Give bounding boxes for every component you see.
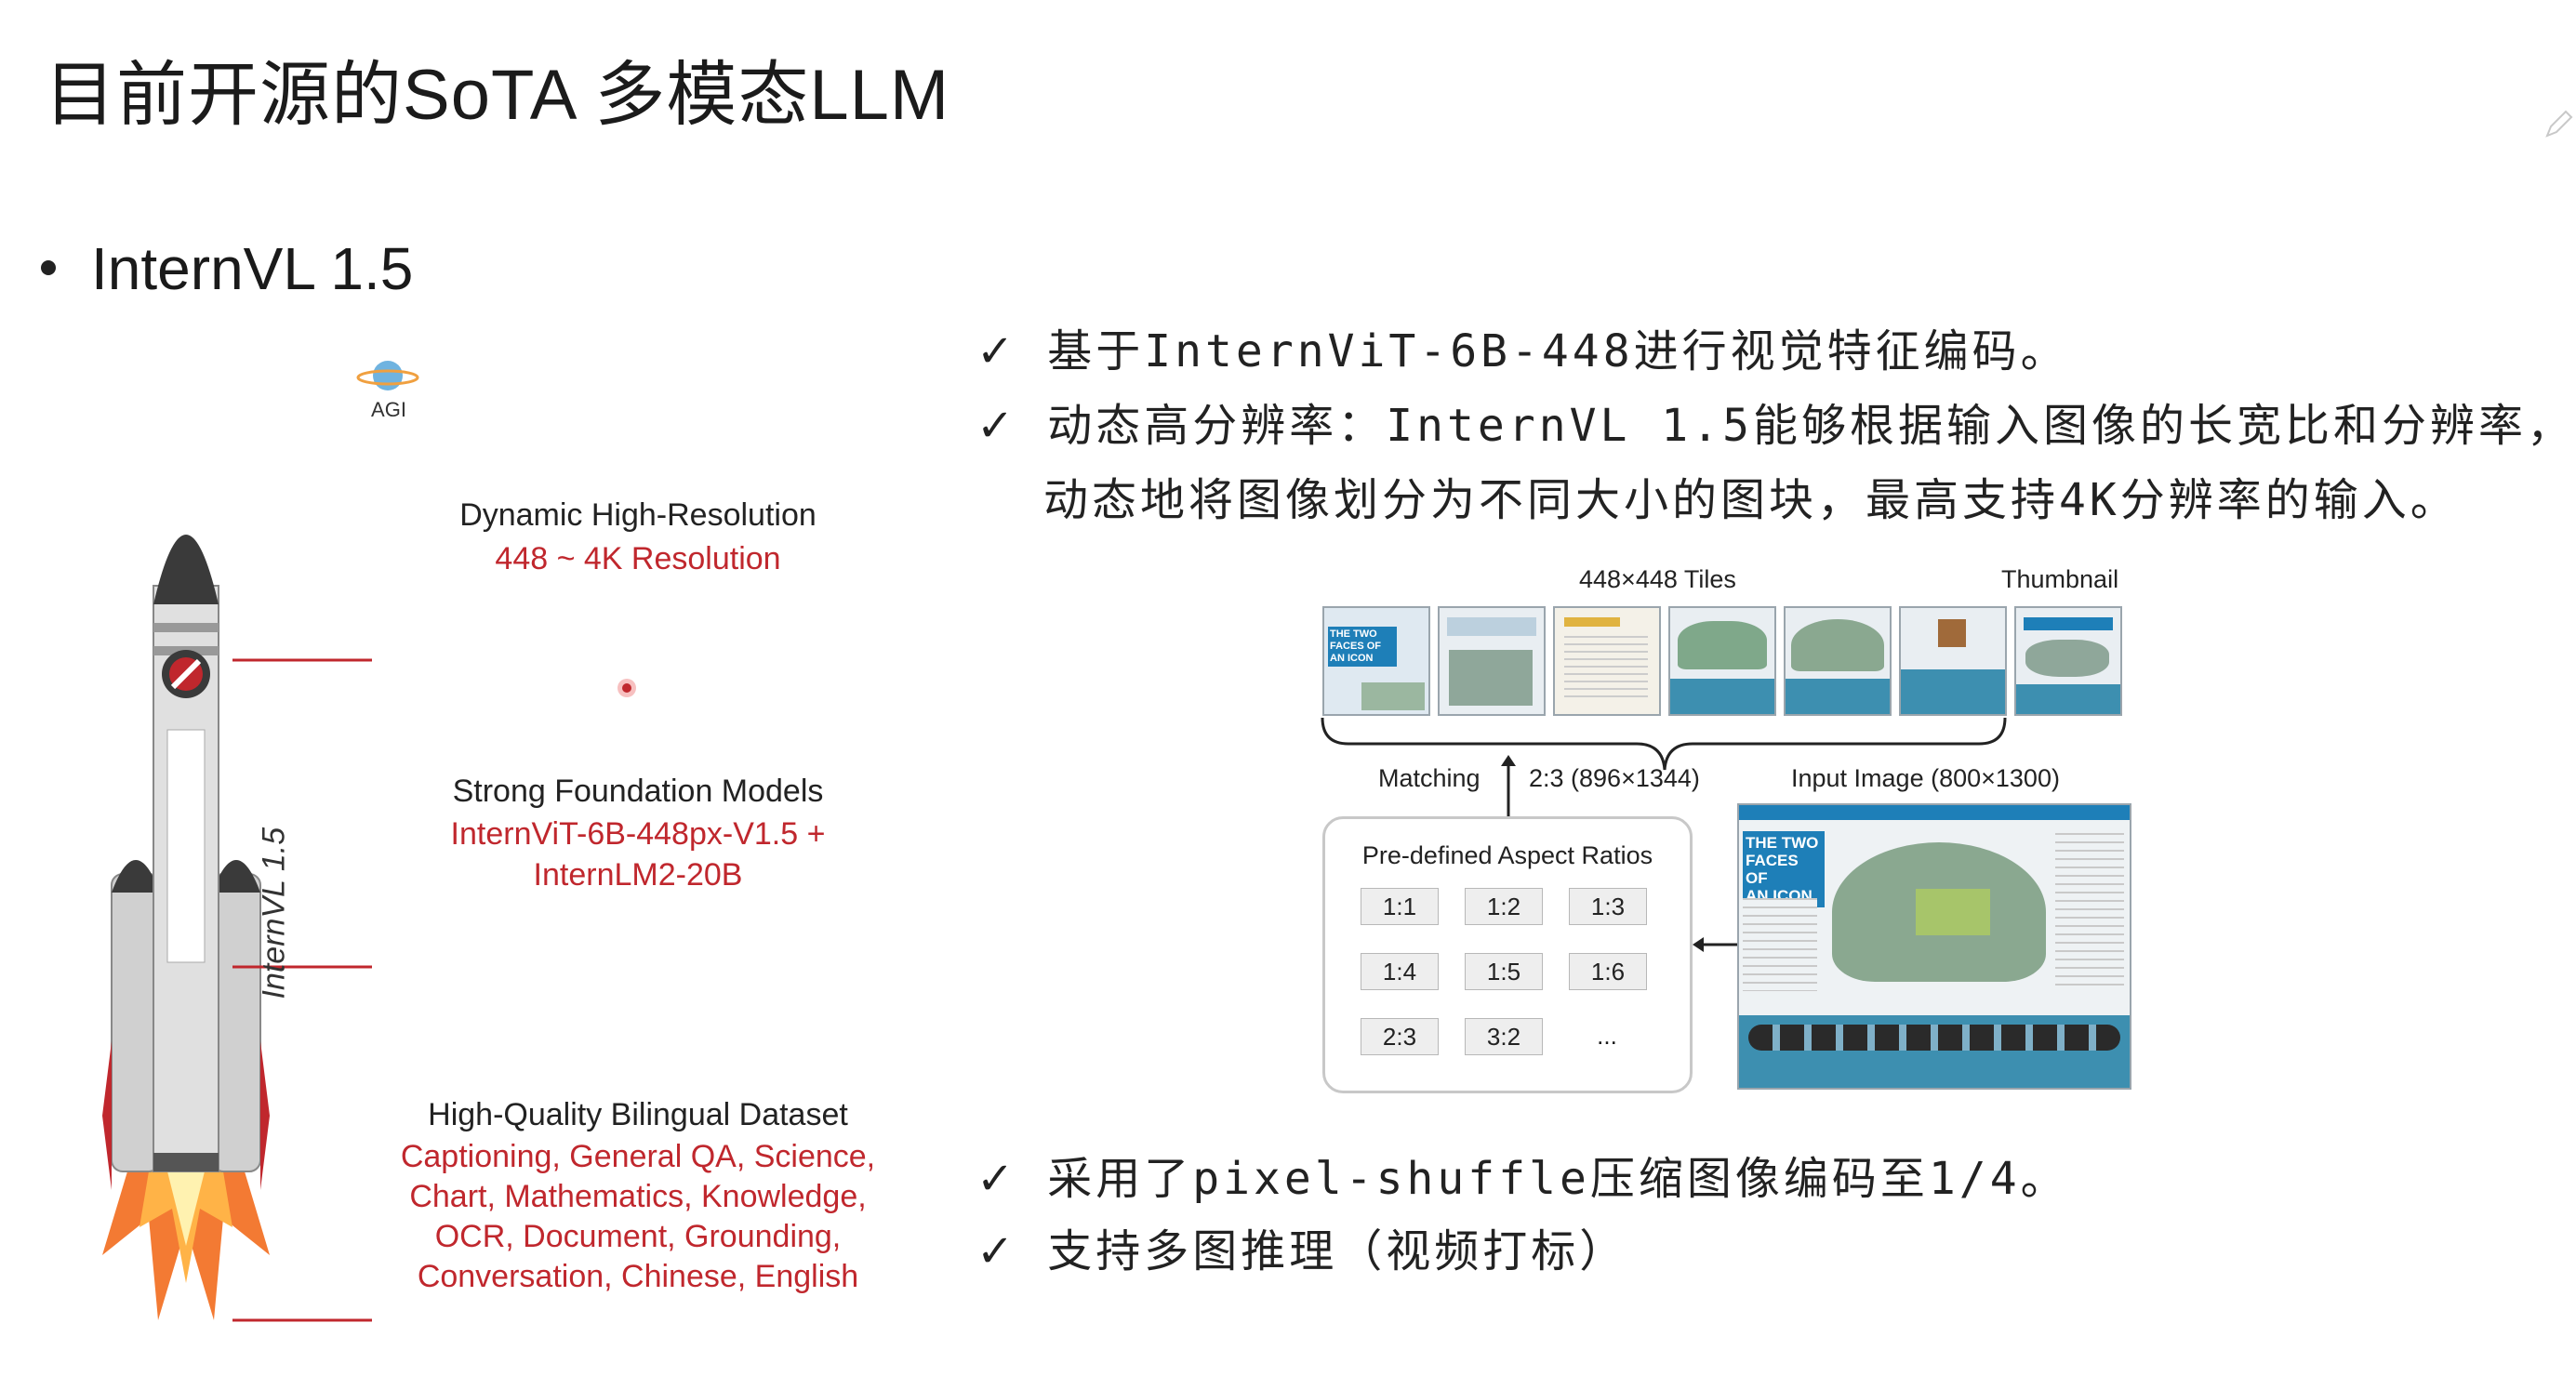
aspect-ratio-option: 1:4 xyxy=(1361,953,1439,990)
pencil-icon[interactable] xyxy=(2543,110,2573,139)
aspect-ratio-option: 1:5 xyxy=(1465,953,1543,990)
check-icon: ✓ xyxy=(976,400,1015,452)
input-image-label: Input Image (800×1300) xyxy=(1791,764,2060,792)
matching-label: Matching xyxy=(1378,764,1481,792)
aspect-ratio-option: 1:2 xyxy=(1465,888,1543,925)
slide-title: 目前开源的SoTA 多模态LLM xyxy=(45,56,950,135)
thumbnail-image xyxy=(2014,606,2122,716)
tile-image: THE TWO FACES OF AN ICON xyxy=(1322,606,1430,716)
feature-title: Strong Foundation Models xyxy=(452,774,824,809)
aspect-ratio-ellipsis: ... xyxy=(1597,1022,1617,1050)
check-item-1: ✓ 基于InternViT-6B-448进行视觉特征编码。 xyxy=(976,314,2069,379)
rocket-illustration xyxy=(102,535,372,1322)
check-item-2-continuation: 动态地将图像划分为不同大小的图块，最高支持4K分辨率的输入。 xyxy=(1043,474,2459,526)
tile-headline: THE TWO FACES OF AN ICON xyxy=(1328,627,1397,667)
feature-detail-line: Chart, Mathematics, Knowledge, xyxy=(409,1179,867,1214)
aspect-ratio-title: Pre-defined Aspect Ratios xyxy=(1361,841,1653,869)
feature-detail-line: OCR, Document, Grounding, xyxy=(434,1219,842,1254)
feature-detail-line: InternViT-6B-448px-V1.5 + xyxy=(450,816,826,852)
tile-image xyxy=(1668,606,1776,716)
agi-label: AGI xyxy=(371,398,406,421)
tiles-label: 448×448 Tiles xyxy=(1579,565,1736,593)
tiles-brace xyxy=(1321,717,2007,771)
laser-pointer-icon xyxy=(617,679,636,697)
bullet-item: InternVL 1.5 xyxy=(41,234,413,303)
tile-image xyxy=(1553,606,1661,716)
check-text: 基于InternViT-6B-448进行视觉特征编码。 xyxy=(1047,325,2069,377)
feature-detail-line: Conversation, Chinese, English xyxy=(417,1259,859,1294)
matched-ratio-label: 2:3 (896×1344) xyxy=(1529,764,1700,792)
check-text: 采用了pixel-shuffle压缩图像编码至1/4。 xyxy=(1047,1153,2069,1205)
check-item-4: ✓ 支持多图推理（视频打标） xyxy=(976,1214,1627,1279)
tile-image xyxy=(1784,606,1892,716)
check-text: 动态高分辨率：InternVL 1.5能够根据输入图像的长宽比和分辨率， xyxy=(1047,400,2576,452)
input-image-headline: THE TWO FACES OF AN ICON xyxy=(1743,831,1825,907)
input-image: THE TWO FACES OF AN ICON xyxy=(1737,803,2131,1090)
feature-detail-line: InternLM2-20B xyxy=(533,857,743,893)
aspect-ratio-option: 1:3 xyxy=(1569,888,1647,925)
planet-icon xyxy=(356,361,419,390)
bullet-text: InternVL 1.5 xyxy=(91,235,414,302)
feature-title: Dynamic High-Resolution xyxy=(459,497,817,533)
aspect-ratio-option: 1:1 xyxy=(1361,888,1439,925)
aspect-ratio-option: 3:2 xyxy=(1465,1018,1543,1055)
check-icon: ✓ xyxy=(976,325,1015,377)
check-item-2: ✓ 动态高分辨率：InternVL 1.5能够根据输入图像的长宽比和分辨率， xyxy=(976,389,2575,454)
aspect-ratio-option: 1:6 xyxy=(1569,953,1647,990)
tile-image xyxy=(1438,606,1546,716)
aspect-ratio-option: 2:3 xyxy=(1361,1018,1439,1055)
feature-title: High-Quality Bilingual Dataset xyxy=(428,1097,848,1132)
check-item-3: ✓ 采用了pixel-shuffle压缩图像编码至1/4。 xyxy=(976,1142,2069,1207)
check-text: 支持多图推理（视频打标） xyxy=(1047,1225,1628,1277)
dynamic-tiling-diagram: 448×448 Tiles Thumbnail THE TWO FACES OF… xyxy=(1302,558,2139,1097)
thumbnail-label: Thumbnail xyxy=(2001,565,2119,593)
check-icon: ✓ xyxy=(976,1225,1015,1277)
aspect-ratio-box: Pre-defined Aspect Ratios 1:1 1:2 1:3 1:… xyxy=(1322,816,1693,1093)
tile-image xyxy=(1899,606,2007,716)
bullet-dot xyxy=(41,260,56,276)
rocket-label: InternVL 1.5 xyxy=(256,827,292,999)
feature-detail-line: Captioning, General QA, Science, xyxy=(400,1139,876,1174)
rocket-figure: AGI InternVL 1.5 Dynamic High-Resolution… xyxy=(93,353,893,1339)
feature-detail-line: 448 ~ 4K Resolution xyxy=(495,541,781,576)
check-icon: ✓ xyxy=(976,1153,1015,1205)
